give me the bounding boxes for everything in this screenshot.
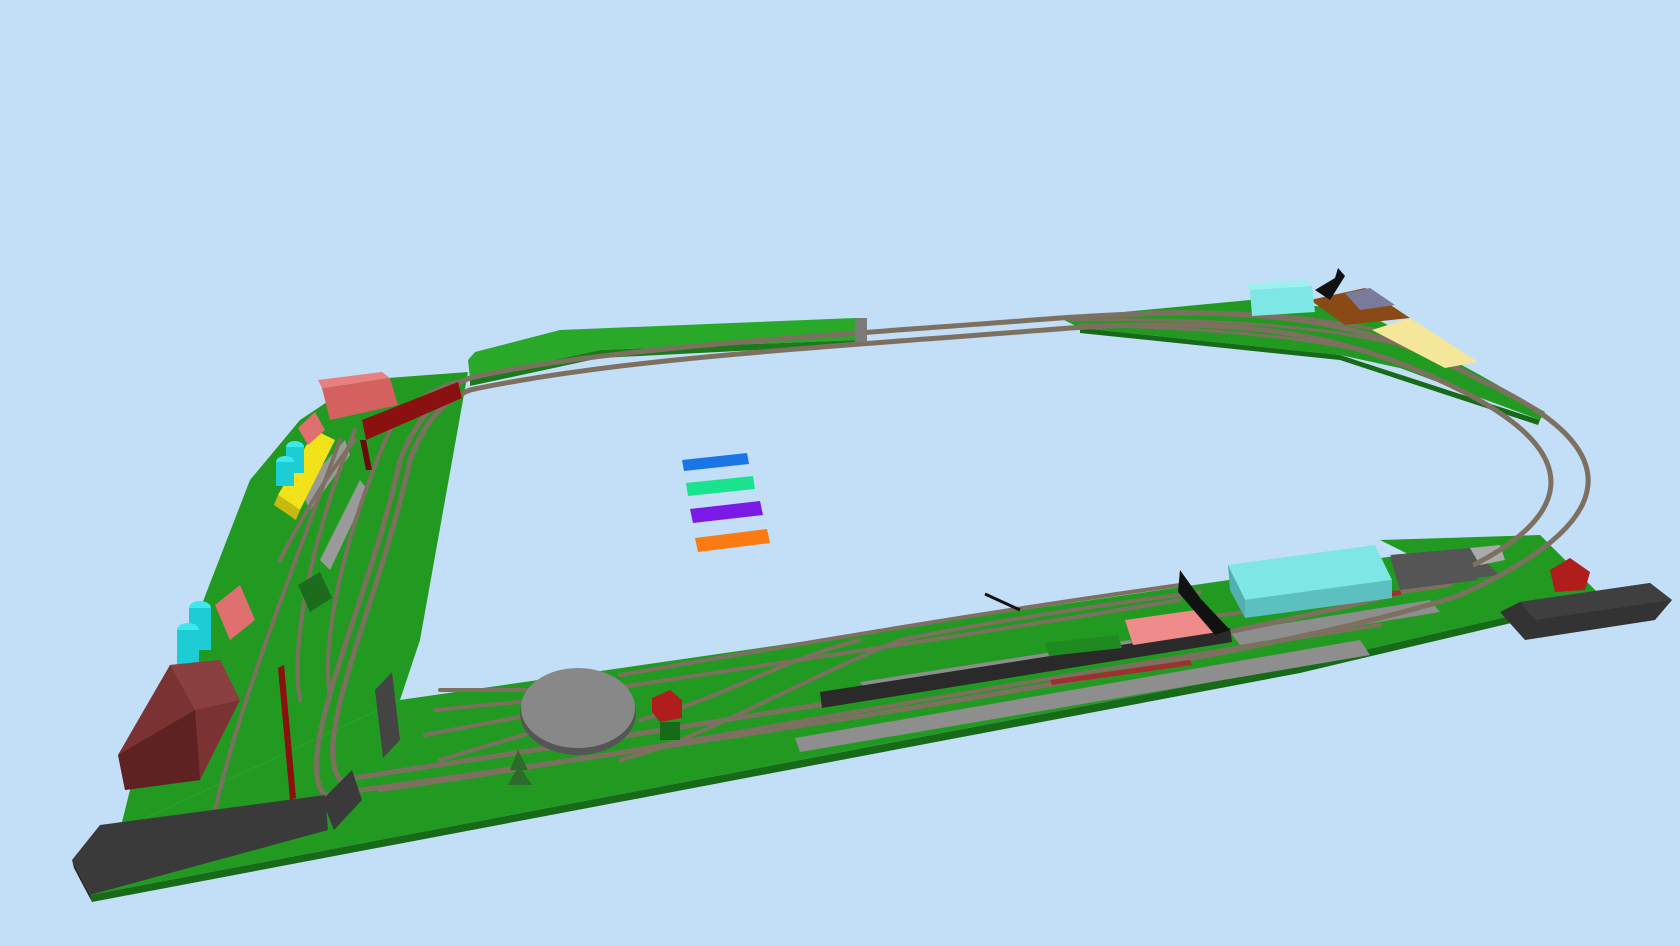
violet-swatch[interactable]	[690, 501, 763, 523]
layout-3d-viewport[interactable]	[0, 0, 1680, 946]
turntable-deck[interactable]	[521, 668, 635, 748]
blue-swatch[interactable]	[682, 453, 749, 471]
signal-mast	[984, 592, 1021, 612]
turntable[interactable]	[520, 668, 636, 755]
layout-scene[interactable]	[0, 0, 1680, 946]
back-tunnel-portal[interactable]	[855, 318, 867, 342]
color-legend	[682, 453, 770, 552]
orange-swatch[interactable]	[695, 529, 770, 552]
teal-swatch[interactable]	[686, 476, 755, 496]
light-blue-shed-back[interactable]	[1250, 286, 1315, 316]
